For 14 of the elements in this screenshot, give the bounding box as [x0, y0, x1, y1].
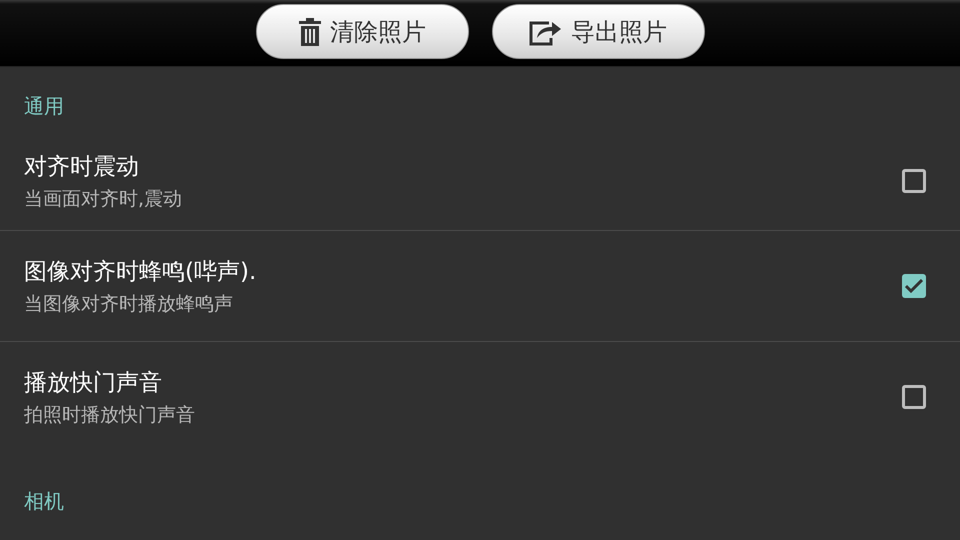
- export-photos-button[interactable]: 导出照片: [492, 4, 704, 59]
- checkbox[interactable]: [902, 169, 926, 193]
- setting-title: 播放快门声音: [24, 368, 163, 398]
- section-header: 通用: [23, 93, 65, 120]
- checkbox[interactable]: [902, 274, 926, 298]
- setting-title: 图像对齐时蜂鸣(哔声).: [24, 258, 256, 286]
- checkbox[interactable]: [902, 385, 926, 409]
- setting-summary: 当图像对齐时播放蜂鸣声: [24, 292, 234, 316]
- setting-summary: 当画面对齐时,震动: [24, 186, 182, 212]
- trash-icon: [298, 18, 322, 46]
- clear-photos-button[interactable]: 清除照片: [256, 4, 468, 59]
- setting-title: 对齐时震动: [24, 152, 140, 182]
- section-header: 相机: [23, 488, 65, 515]
- setting-summary: 拍照时播放快门声音: [24, 402, 195, 428]
